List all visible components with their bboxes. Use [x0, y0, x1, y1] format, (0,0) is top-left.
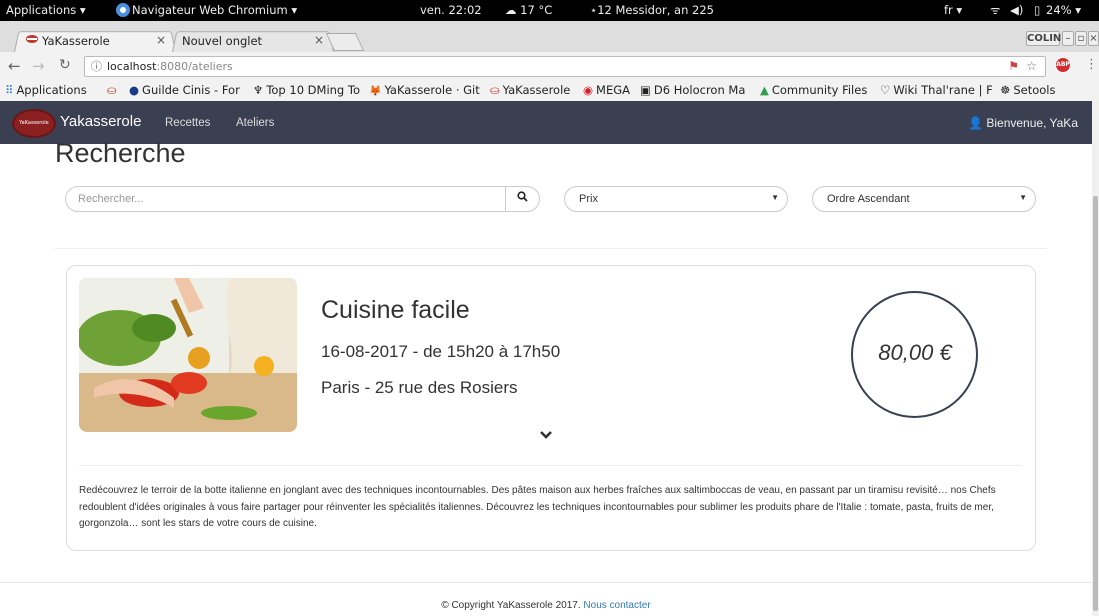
- workshop-price: 80,00 €: [878, 340, 952, 365]
- setools-icon: ☸: [1000, 83, 1011, 97]
- browser-toolbar: ← → ↻ ⓘ localhost:8080/ateliers ⚑ ☆ ABP …: [0, 52, 1099, 82]
- yakasserole-favicon-icon: [26, 35, 38, 43]
- apps-grid-icon: ⠿: [5, 83, 14, 97]
- gitlab-icon: 🦊: [369, 86, 382, 97]
- heart-icon: ♡: [880, 83, 891, 97]
- chevron-down-icon: ▼: [771, 193, 779, 202]
- back-arrow-icon[interactable]: ←: [8, 57, 21, 75]
- site-brand[interactable]: Yakasserole: [60, 113, 141, 130]
- clock[interactable]: ven. 22:02: [420, 3, 482, 17]
- chromium-icon: [116, 3, 130, 17]
- chevron-down-icon: ▼: [1019, 193, 1027, 202]
- nav-ateliers[interactable]: Ateliers: [236, 117, 274, 129]
- bookmark-guilde-cinis[interactable]: ● Guilde Cinis - For: [129, 83, 240, 97]
- window-menu[interactable]: Navigateur Web Chromium ▾: [116, 3, 297, 17]
- tab-yakasserole[interactable]: YaKasserole ×: [14, 30, 176, 52]
- translate-icon[interactable]: ⚑: [1008, 57, 1019, 76]
- workshop-photo: [79, 278, 297, 432]
- workshop-location: Paris - 25 rue des Rosiers: [321, 378, 518, 397]
- profile-button[interactable]: COLIN: [1026, 31, 1061, 46]
- close-window-icon[interactable]: ×: [1088, 31, 1099, 46]
- adblock-icon[interactable]: ABP: [1056, 58, 1070, 72]
- footer: © Copyright YaKasserole 2017. Nous conta…: [0, 600, 1092, 611]
- yakasserole-bookmark-icon: ⛀: [490, 83, 500, 97]
- tab-label: YaKasserole: [42, 34, 110, 48]
- address-bar[interactable]: ⓘ localhost:8080/ateliers ⚑ ☆: [84, 56, 1046, 77]
- bookmark-unnamed[interactable]: ⛀: [107, 83, 120, 97]
- bookmark-wiki-thalrane[interactable]: ♡ Wiki Thal'rane | F: [880, 83, 993, 97]
- guild-icon: ●: [129, 83, 140, 97]
- user-icon: 👤: [968, 116, 984, 130]
- nav-recettes[interactable]: Recettes: [165, 117, 210, 129]
- page-title: Recherche: [55, 138, 186, 168]
- address-url: localhost:8080/ateliers: [107, 60, 233, 73]
- bookmark-star-icon[interactable]: ☆: [1026, 57, 1037, 76]
- bookmarks-bar: ⠿ Applications ⛀ ● Guilde Cinis - For ♆ Top…: [0, 81, 1099, 102]
- google-drive-icon: ▲: [760, 83, 769, 97]
- search-input[interactable]: Rechercher...: [65, 186, 507, 212]
- chevron-down-icon[interactable]: [539, 430, 553, 440]
- applications-menu[interactable]: Applications ▾: [6, 3, 86, 17]
- workshop-date: 16-08-2017 - de 15h20 à 17h50: [321, 342, 561, 361]
- menu-kebab-icon[interactable]: ⋮: [1085, 57, 1098, 72]
- search-button[interactable]: [505, 186, 540, 212]
- welcome-user[interactable]: 👤 Bienvenue, YaKa: [968, 116, 1078, 130]
- search-icon: [517, 191, 528, 202]
- volume-icon[interactable]: ◀): [1010, 3, 1023, 17]
- battery-level[interactable]: 24% ▾: [1046, 3, 1081, 17]
- tab-strip: YaKasserole × Nouvel onglet × COLIN – ▫ …: [0, 21, 1099, 52]
- price-filter-select[interactable]: Prix ▼: [564, 186, 788, 212]
- wifi-icon[interactable]: ᯤ: [990, 3, 1001, 18]
- bookmark-yakasserole-git[interactable]: 🦊 YaKasserole · Git: [369, 83, 480, 97]
- order-select[interactable]: Ordre Ascendant ▼: [812, 186, 1036, 212]
- search-placeholder: Rechercher...: [78, 193, 144, 205]
- bookmark-yakasserole[interactable]: ⛀ YaKasserole: [490, 83, 570, 97]
- reload-icon[interactable]: ↻: [59, 57, 71, 73]
- info-icon[interactable]: ⓘ: [91, 57, 102, 76]
- close-tab-icon[interactable]: ×: [156, 33, 166, 47]
- order-value: Ordre Ascendant: [827, 193, 910, 205]
- holocron-icon: ▣: [640, 83, 651, 97]
- bookmark-top10-dming[interactable]: ♆ Top 10 DMing To: [253, 83, 360, 97]
- gnome-top-bar: Applications ▾ Navigateur Web Chromium ▾…: [0, 0, 1099, 21]
- bookmark-community-files[interactable]: ▲ Community Files: [760, 83, 867, 97]
- divider: [55, 248, 1047, 249]
- calendar-date[interactable]: ⋆12 Messidor, an 225: [590, 3, 714, 17]
- workshop-description: Redécouvrez le terroir de la botte itali…: [79, 485, 996, 529]
- maximize-icon[interactable]: ▫: [1075, 31, 1087, 46]
- contact-link[interactable]: Nous contacter: [583, 600, 650, 611]
- forward-arrow-icon[interactable]: →: [32, 57, 45, 75]
- pin-icon: ♆: [253, 83, 264, 97]
- copyright-text: © Copyright YaKasserole 2017.: [441, 600, 581, 611]
- weather[interactable]: ☁ 17 °C: [505, 3, 552, 17]
- minimize-icon[interactable]: –: [1062, 31, 1074, 46]
- yakasserole-bookmark-icon: ⛀: [107, 83, 117, 97]
- tab-new[interactable]: Nouvel onglet ×: [172, 30, 334, 52]
- bookmark-setools[interactable]: ☸ Setools: [1000, 83, 1055, 97]
- bookmark-d6-holocron[interactable]: ▣ D6 Holocron Ma: [640, 83, 745, 97]
- tab-label: Nouvel onglet: [182, 34, 263, 48]
- window-menu-label: Navigateur Web Chromium ▾: [132, 3, 298, 17]
- battery-icon: ▯: [1034, 3, 1041, 17]
- bookmark-mega[interactable]: ◉ MEGA: [583, 83, 630, 97]
- close-tab-icon[interactable]: ×: [314, 33, 324, 47]
- card-divider: [79, 465, 1022, 466]
- workshop-title[interactable]: Cuisine facile: [321, 296, 470, 325]
- site-logo[interactable]: YaKasserole: [12, 109, 56, 138]
- bookmark-applications[interactable]: ⠿ Applications: [5, 83, 87, 97]
- mega-icon: ◉: [583, 83, 594, 97]
- price-filter-value: Prix: [579, 193, 598, 205]
- footer-divider: [0, 582, 1092, 583]
- language-menu[interactable]: fr ▾: [944, 3, 962, 17]
- scrollbar-thumb[interactable]: [1093, 196, 1098, 611]
